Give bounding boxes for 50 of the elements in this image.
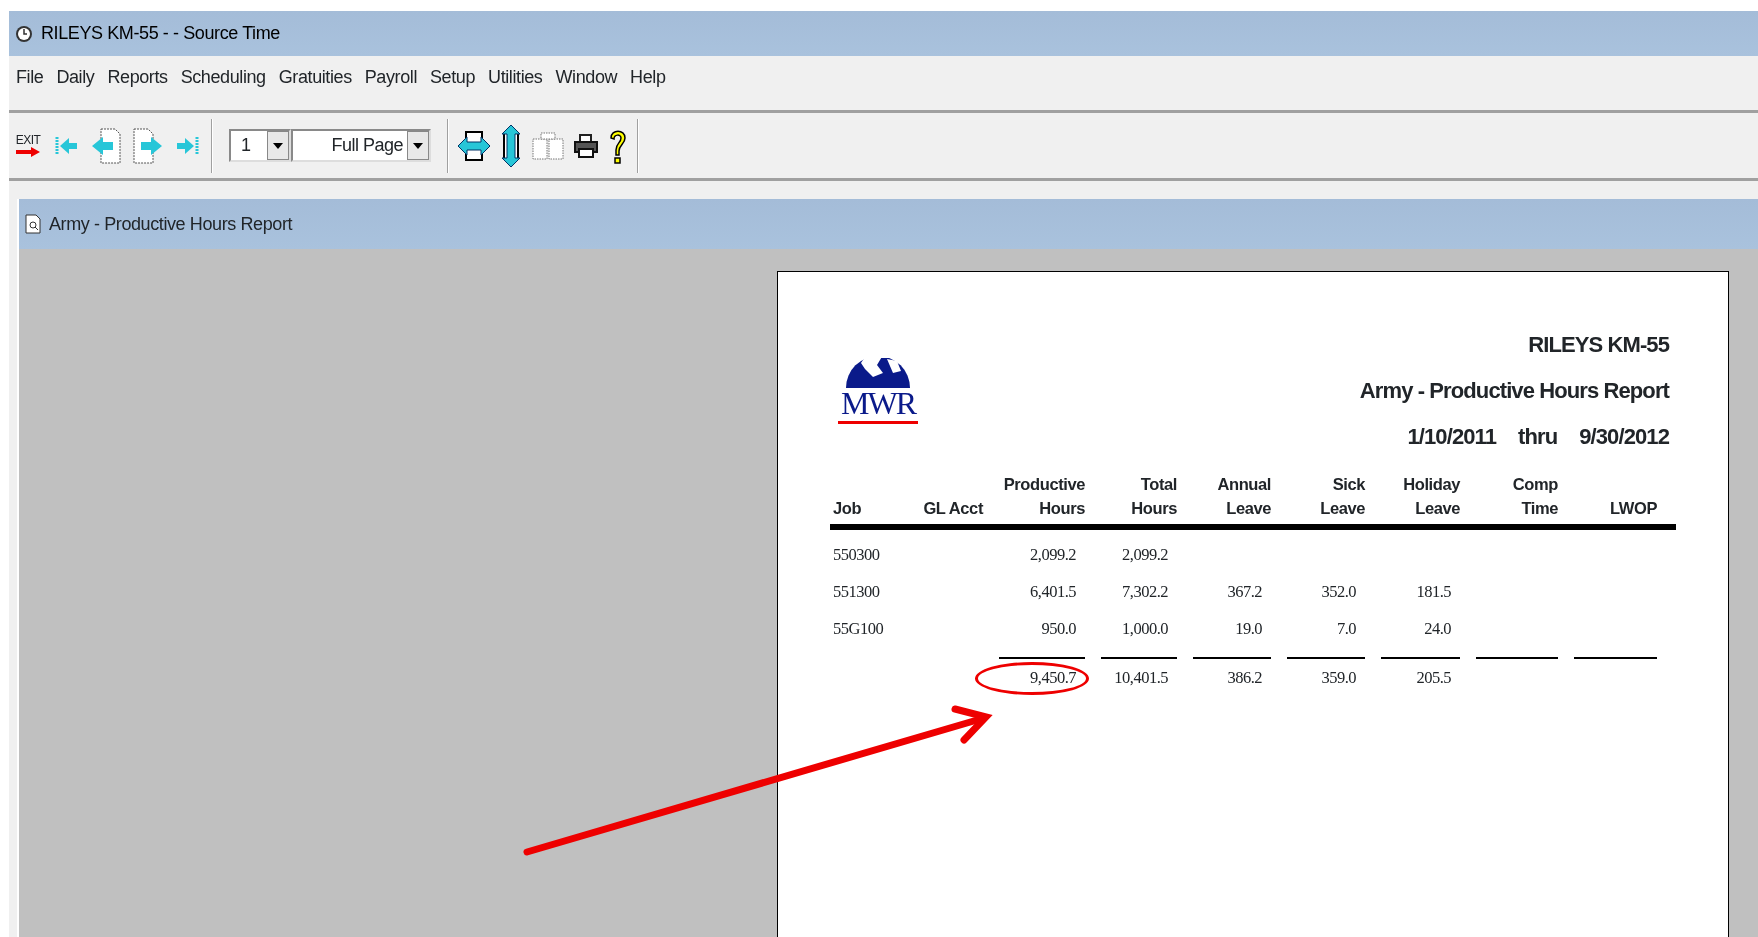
table-cell-text: 352.0	[1320, 581, 1357, 603]
table-cell-text: 181.5	[1415, 581, 1452, 603]
menu-item[interactable]: Setup	[430, 63, 476, 91]
table-cell-text: 1,000.0	[1121, 618, 1169, 640]
table-cell-text: 7,302.2	[1121, 581, 1169, 603]
date-text: 9/30/2012	[1579, 423, 1669, 451]
zoom-dropdown[interactable]: Full Page	[291, 129, 431, 162]
column-header: LWOP	[1609, 498, 1657, 519]
table-cell-text: 367.2	[1226, 581, 1263, 603]
column-header: Holiday Leave	[1402, 474, 1460, 519]
menu-item[interactable]: Daily	[56, 63, 95, 91]
window-title: RILEYS KM-55 - - Source Time	[41, 22, 280, 45]
menu-item[interactable]: Payroll	[364, 63, 417, 91]
menu-item[interactable]: Utilities	[488, 63, 543, 91]
page-dropdown[interactable]: 1	[229, 129, 291, 162]
total-value: 359.0	[1321, 668, 1356, 687]
table-cell-text: 2,099.2	[1121, 544, 1169, 566]
menu-item[interactable]: Scheduling	[180, 63, 266, 91]
report-title: Army - Productive Hours Report	[1359, 377, 1669, 405]
menu-item[interactable]: Window	[555, 63, 618, 91]
table-cell-text: 550300	[833, 544, 881, 566]
total-value: 9,450.7	[1030, 668, 1076, 687]
table-cell-text: 6,401.5	[1029, 581, 1077, 603]
menu-item[interactable]: Reports	[107, 63, 168, 91]
date-text: 1/10/2011	[1407, 423, 1497, 451]
date-text: thru	[1518, 423, 1558, 451]
menu-item[interactable]: File	[16, 63, 44, 91]
column-header: Job	[833, 498, 863, 519]
menu-item[interactable]: Help	[630, 63, 666, 91]
window-title: Army - Productive Hours Report	[49, 212, 293, 236]
table-cell-text: 2,099.2	[1029, 544, 1077, 566]
total-value: 386.2	[1227, 668, 1262, 687]
table-cell-text: 551300	[833, 581, 881, 603]
table-cell-text: 19.0	[1234, 618, 1263, 640]
table-cell-text: 24.0	[1423, 618, 1452, 640]
total-value: 205.5	[1416, 668, 1451, 687]
exit-button[interactable]: EXIT	[13, 133, 43, 158]
column-header: Productive Hours	[1002, 474, 1085, 519]
table-cell-text: 950.0	[1040, 618, 1077, 640]
column-header: Total Hours	[1130, 474, 1177, 519]
column-header: Annual Leave	[1216, 474, 1271, 519]
column-header: Comp Time	[1511, 474, 1558, 519]
logo-text: MWR	[841, 388, 915, 418]
table-cell-text: 7.0	[1335, 618, 1357, 640]
table-cell-text: 55G100	[833, 618, 885, 640]
menu-item[interactable]: Gratuities	[278, 63, 352, 91]
column-header: Sick Leave	[1319, 474, 1365, 519]
total-value: 10,401.5	[1114, 668, 1168, 687]
column-header: GL Acct	[922, 498, 983, 519]
company-name: RILEYS KM-55	[1527, 331, 1669, 359]
